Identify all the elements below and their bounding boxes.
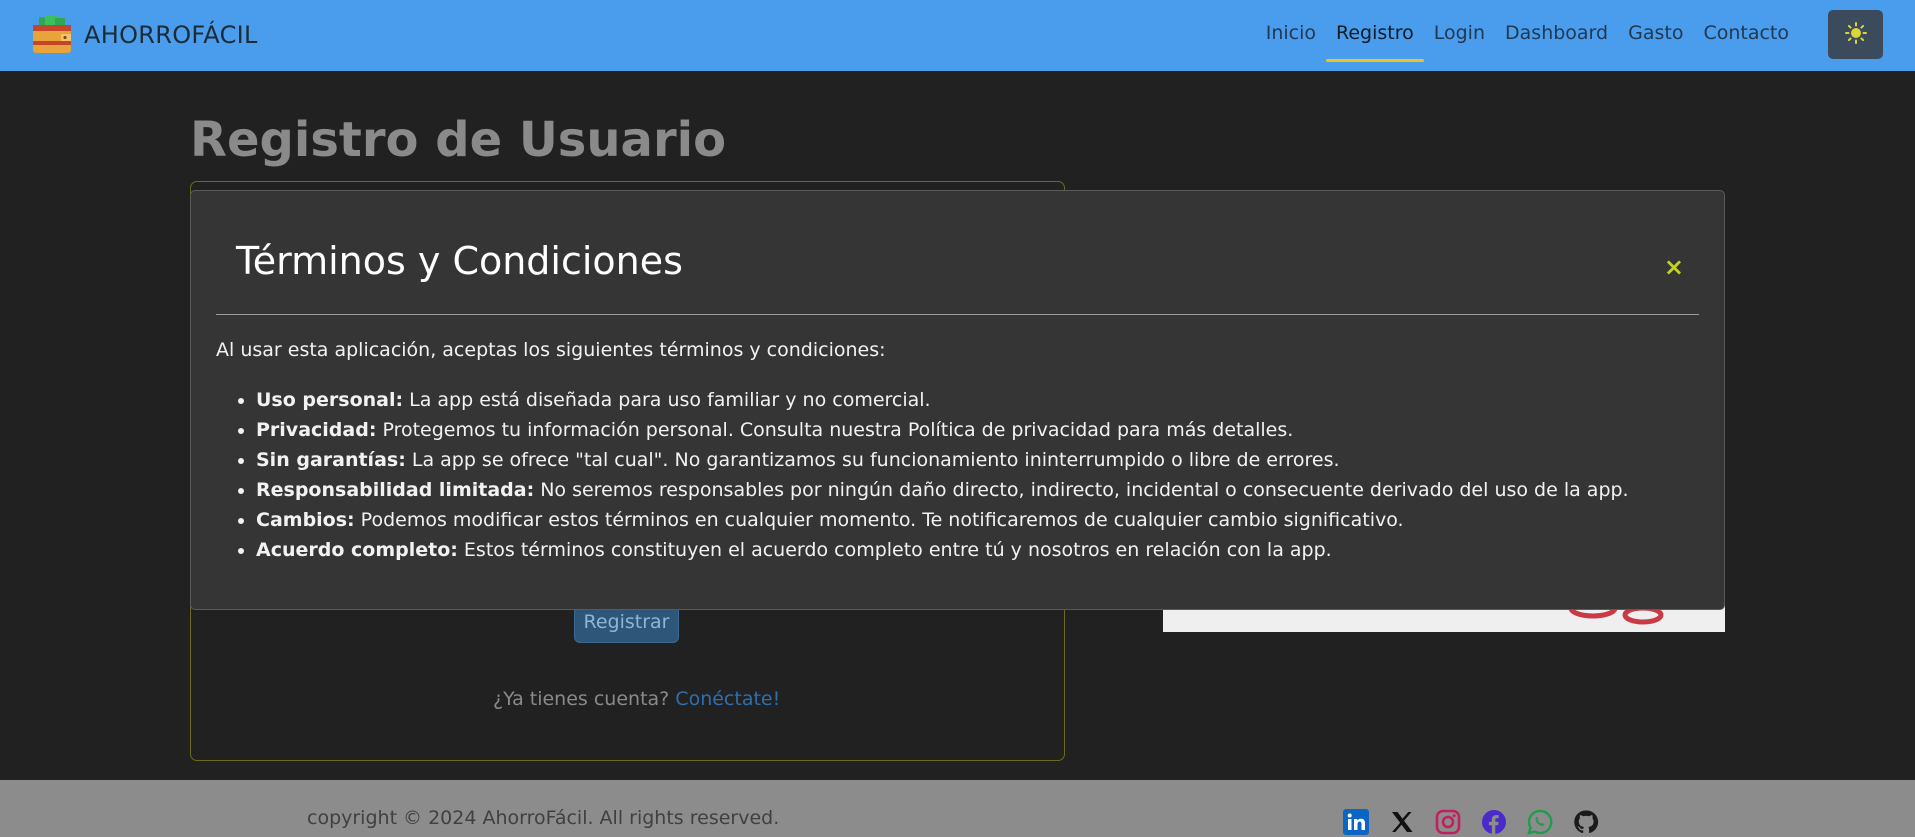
- brand[interactable]: AHORROFÁCIL: [31, 15, 258, 55]
- term-item: Sin garantías: La app se ofrece "tal cua…: [256, 445, 1699, 475]
- linkedin-icon[interactable]: [1342, 808, 1369, 835]
- sun-icon: [1844, 21, 1867, 48]
- whatsapp-icon[interactable]: [1526, 808, 1553, 835]
- close-icon[interactable]: ×: [1664, 253, 1684, 281]
- term-label: Privacidad:: [256, 419, 377, 441]
- term-text: Podemos modificar estos términos en cual…: [354, 509, 1404, 531]
- term-item: Responsabilidad limitada: No seremos res…: [256, 475, 1699, 505]
- page-title: Registro de Usuario: [190, 112, 727, 168]
- social-links: [1342, 808, 1599, 835]
- brand-name: AHORROFÁCIL: [84, 21, 258, 49]
- term-label: Uso personal:: [256, 389, 404, 411]
- term-text: No seremos responsables por ningún daño …: [534, 479, 1629, 501]
- footer: copyright © 2024 AhorroFácil. All rights…: [0, 780, 1915, 837]
- term-label: Sin garantías:: [256, 449, 406, 471]
- term-text: Estos términos constituyen el acuerdo co…: [457, 539, 1332, 561]
- term-item: Cambios: Podemos modificar estos término…: [256, 505, 1699, 535]
- x-icon[interactable]: [1388, 808, 1415, 835]
- term-label: Acuerdo completo:: [256, 539, 458, 561]
- login-prompt-text: ¿Ya tienes cuenta?: [493, 688, 670, 710]
- facebook-icon[interactable]: [1480, 808, 1507, 835]
- term-text: Protegemos tu información personal. Cons…: [376, 419, 1294, 441]
- login-link[interactable]: Conéctate!: [675, 688, 780, 710]
- nav-link-dashboard[interactable]: Dashboard: [1495, 0, 1618, 71]
- modal-title: Términos y Condiciones: [236, 239, 683, 283]
- nav-link-login[interactable]: Login: [1424, 0, 1495, 71]
- nav-link-contacto[interactable]: Contacto: [1693, 0, 1799, 71]
- term-text: La app se ofrece "tal cual". No garantiz…: [405, 449, 1340, 471]
- nav-link-inicio[interactable]: Inicio: [1256, 0, 1326, 71]
- wallet-logo-icon: [31, 15, 73, 55]
- modal-divider: [216, 314, 1699, 315]
- term-item: Uso personal: La app está diseñada para …: [256, 385, 1699, 415]
- nav-link-registro[interactable]: Registro: [1326, 0, 1424, 71]
- terms-list: Uso personal: La app está diseñada para …: [216, 385, 1699, 565]
- instagram-icon[interactable]: [1434, 808, 1461, 835]
- terms-modal: Términos y Condiciones × Al usar esta ap…: [190, 190, 1725, 610]
- modal-body: Al usar esta aplicación, aceptas los sig…: [216, 339, 1699, 565]
- term-label: Responsabilidad limitada:: [256, 479, 535, 501]
- login-prompt: ¿Ya tienes cuenta? Conéctate!: [493, 688, 780, 710]
- term-label: Cambios:: [256, 509, 355, 531]
- copyright-text: copyright © 2024 AhorroFácil. All rights…: [307, 807, 780, 829]
- github-icon[interactable]: [1572, 808, 1599, 835]
- term-item: Acuerdo completo: Estos términos constit…: [256, 535, 1699, 565]
- term-item: Privacidad: Protegemos tu información pe…: [256, 415, 1699, 445]
- terms-intro: Al usar esta aplicación, aceptas los sig…: [216, 339, 886, 361]
- nav-links: Inicio Registro Login Dashboard Gasto Co…: [1256, 0, 1799, 71]
- term-text: La app está diseñada para uso familiar y…: [403, 389, 931, 411]
- theme-toggle-button[interactable]: [1828, 10, 1883, 59]
- navbar: AHORROFÁCIL Inicio Registro Login Dashbo…: [0, 0, 1915, 71]
- nav-link-gasto[interactable]: Gasto: [1618, 0, 1693, 71]
